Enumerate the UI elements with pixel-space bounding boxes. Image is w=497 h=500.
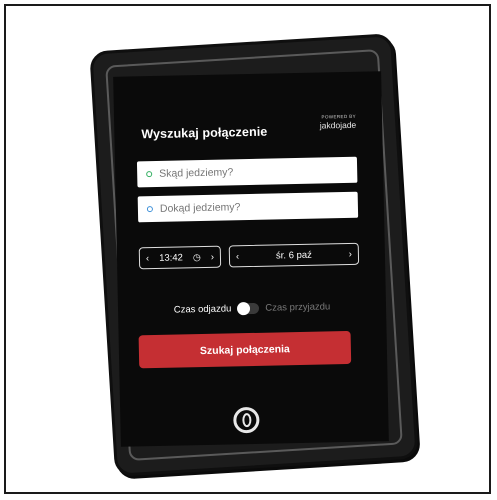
brand-logo-text: jakdojade [319,119,357,131]
date-prev-icon[interactable]: ‹ [236,251,239,262]
to-field[interactable] [137,191,359,223]
powered-by-badge: POWERED BY jakdojade [320,114,357,131]
powered-by-label: POWERED BY [321,113,357,120]
time-next-icon[interactable]: › [211,251,214,262]
app-screen: Wyszukaj połączenie POWERED BY jakdojade… [113,71,389,447]
location-pin-icon [146,171,153,178]
date-next-icon[interactable]: › [349,248,352,259]
from-input[interactable] [159,164,330,180]
arrival-time-label[interactable]: Czas przyjazdu [265,301,330,313]
switch-knob [237,302,251,316]
clock-icon: ◷ [192,251,201,262]
home-button-icon[interactable] [233,406,260,434]
time-value: 13:42 [159,251,184,264]
date-picker[interactable]: ‹ śr. 6 paź › [228,242,360,268]
home-button-inner [241,413,252,428]
search-connections-button[interactable]: Szukaj połączenia [138,330,352,369]
time-mode-switch[interactable] [237,302,260,316]
to-input[interactable] [159,199,331,215]
date-value: śr. 6 paź [275,249,312,261]
page-title: Wyszukaj połączenie [141,124,268,142]
destination-pin-icon [146,206,153,213]
time-picker[interactable]: ‹ 13:42 ◷ › [138,245,222,270]
from-field[interactable] [136,156,358,188]
time-mode-toggle-row: Czas odjazdu Czas przyjazdu [118,300,386,317]
departure-time-label[interactable]: Czas odjazdu [174,303,232,315]
time-prev-icon[interactable]: ‹ [146,253,149,264]
